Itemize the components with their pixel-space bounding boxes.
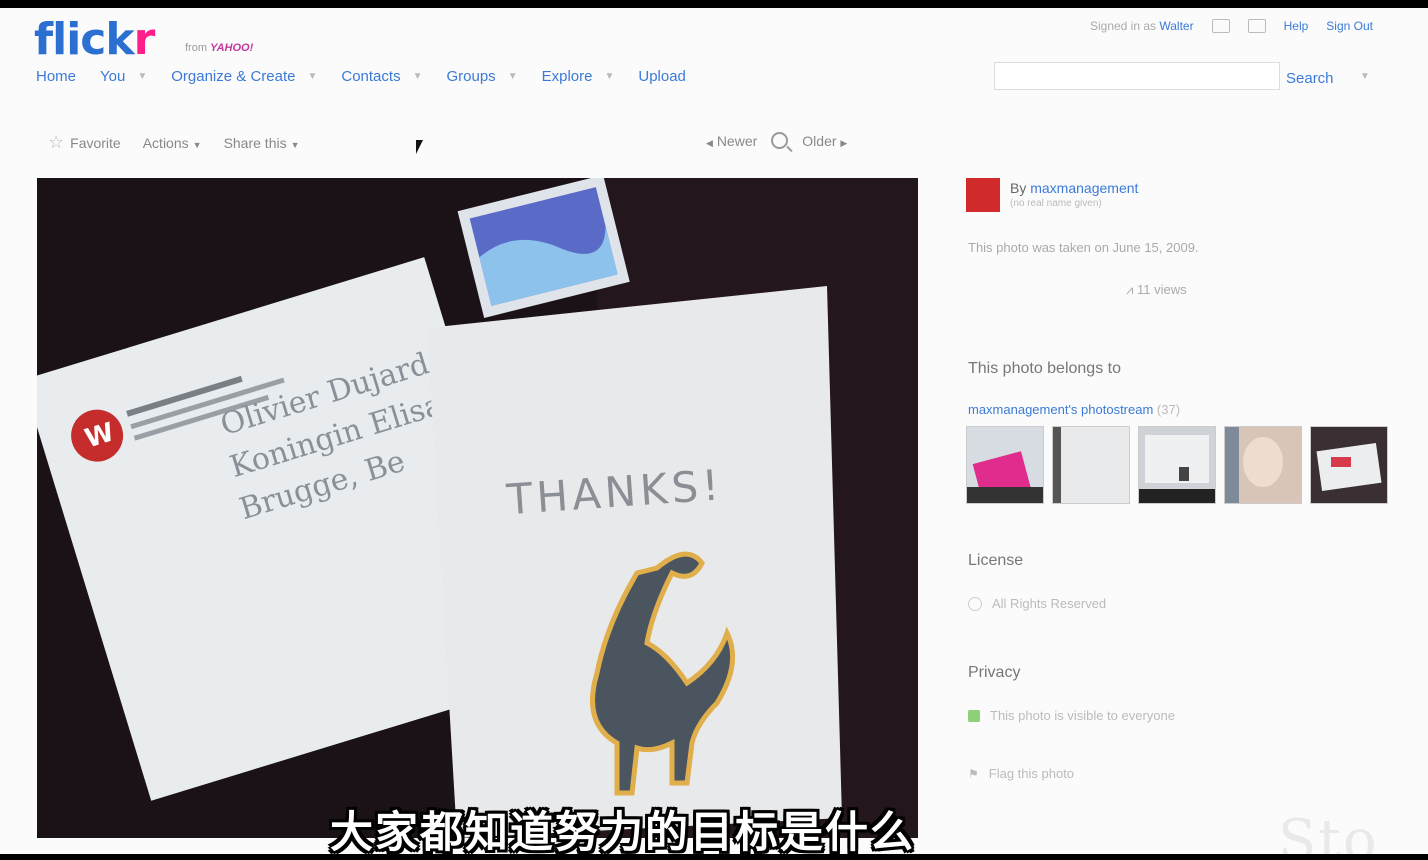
favorite-button[interactable]: Favorite — [70, 135, 121, 151]
user-nav: Signed in as Walter Help Sign Out — [1089, 19, 1373, 33]
actions-menu[interactable]: Actions ▼ — [143, 135, 202, 151]
mail-icon[interactable] — [1211, 19, 1230, 33]
license-heading: License — [968, 552, 1024, 569]
inbox-icon[interactable] — [1247, 19, 1266, 33]
search-button[interactable]: Search — [1286, 70, 1334, 87]
browser-page: flickr from YAHOO! Home You ▼ Organize & … — [0, 8, 1428, 854]
chevron-down-icon[interactable]: ▼ — [1360, 71, 1370, 82]
mouse-cursor-icon — [416, 140, 423, 154]
share-menu[interactable]: Share this ▼ — [224, 135, 300, 151]
flag-photo-link[interactable]: ⚑ Flag this photo — [968, 766, 1074, 781]
chevron-down-icon[interactable]: ▼ — [307, 71, 317, 82]
privacy-info: This photo is visible to everyone — [968, 708, 1175, 723]
chevron-down-icon[interactable]: ▼ — [604, 71, 614, 82]
views-icon: ⩘ — [1126, 282, 1134, 297]
belongs-heading: This photo belongs to — [968, 360, 1121, 377]
older-button[interactable]: Older ▶ — [802, 133, 847, 149]
nav-upload[interactable]: Upload — [638, 68, 686, 85]
thumbnail[interactable] — [966, 426, 1044, 504]
owner-avatar[interactable] — [966, 178, 1000, 212]
main-nav: Home You ▼ Organize & Create ▼ Contacts ▼ G… — [36, 68, 710, 85]
chevron-down-icon[interactable]: ▼ — [413, 71, 423, 82]
caret-down-icon: ▼ — [290, 139, 300, 150]
flickr-logo[interactable]: flickr — [34, 14, 155, 65]
nav-organize[interactable]: Organize & Create ▼ — [171, 68, 317, 85]
caret-down-icon: ▼ — [192, 139, 202, 150]
nav-contacts[interactable]: Contacts ▼ — [341, 68, 422, 85]
view-count: ⩘ 11 views — [1126, 282, 1187, 297]
video-subtitle: 大家都知道努力的目标是什么 — [330, 808, 915, 858]
license-info: All Rights Reserved — [968, 596, 1106, 611]
newer-button[interactable]: ◀ Newer — [706, 133, 757, 149]
photostream-thumbnails — [966, 426, 1388, 504]
chevron-down-icon[interactable]: ▼ — [137, 71, 147, 82]
thumbnail[interactable] — [1052, 426, 1130, 504]
nav-you[interactable]: You ▼ — [100, 68, 147, 85]
thumbnail[interactable] — [1310, 426, 1388, 504]
flag-icon: ⚑ — [968, 766, 979, 781]
nav-home[interactable]: Home — [36, 68, 76, 85]
star-icon[interactable]: ☆ — [48, 132, 64, 153]
photostream-link[interactable]: maxmanagement's photostream (37) — [968, 402, 1180, 417]
taken-date: This photo was taken on June 15, 2009. — [968, 240, 1199, 255]
copyright-icon — [968, 596, 982, 611]
arrow-left-icon: ◀ — [706, 137, 713, 148]
help-link[interactable]: Help — [1284, 19, 1309, 33]
yahoo-tagline: from YAHOO! — [185, 42, 254, 54]
owner-link[interactable]: maxmanagement — [1030, 180, 1138, 196]
thumbnail[interactable] — [1224, 426, 1302, 504]
arrow-right-icon: ▶ — [840, 137, 848, 148]
thumbnail[interactable] — [1138, 426, 1216, 504]
main-photo[interactable]: W Olivier Dujard Koningin Elisab Brugge,… — [37, 178, 918, 838]
sign-out-link[interactable]: Sign Out — [1326, 19, 1373, 33]
zoom-icon[interactable] — [771, 132, 789, 149]
photo-toolbar: ☆ Favorite Actions ▼ Share this ▼ — [48, 132, 300, 153]
nav-groups[interactable]: Groups ▼ — [446, 68, 517, 85]
photo-pager: ◀ Newer Older ▶ — [706, 132, 847, 149]
owner-subtitle: (no real name given) — [1010, 198, 1102, 209]
privacy-heading: Privacy — [968, 664, 1021, 681]
public-icon — [968, 709, 980, 722]
user-link[interactable]: Walter — [1159, 19, 1193, 33]
chevron-down-icon[interactable]: ▼ — [508, 71, 518, 82]
nav-explore[interactable]: Explore ▼ — [542, 68, 615, 85]
search-input[interactable] — [994, 62, 1280, 90]
watermark: Sto — [1278, 808, 1379, 854]
